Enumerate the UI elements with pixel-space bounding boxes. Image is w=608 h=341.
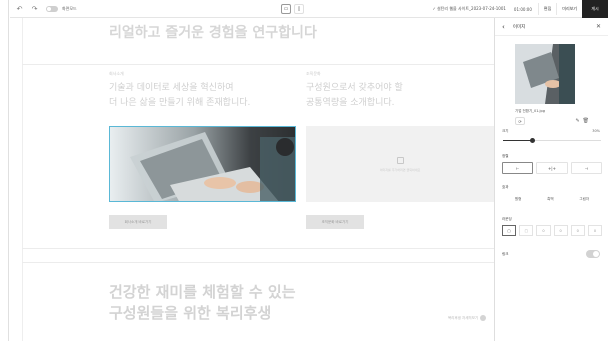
section-divider-3 [22,262,494,263]
link-label: 링크 [502,252,509,256]
effect-grayscale-option[interactable]: 흑백 [547,197,553,202]
mode-label: 화면모드 [62,5,77,11]
align-center-button[interactable]: +|+ [536,162,568,174]
preview-button[interactable]: 미리보기 [556,3,582,15]
arrow-circle-icon [480,315,487,321]
image-file-name: 기업 전환기_01.jpg [515,109,545,113]
panel-header: ‹ 이미지 ✕ [495,18,608,36]
company-label: 회사소개 [109,71,124,76]
align-options: ⊢ +|+ ⊣ [502,162,602,174]
benefits-headline-line2: 구성원들을 위한 복리후생 [109,304,272,322]
link-toggle[interactable] [586,250,600,258]
section-divider [22,64,494,65]
radius-bottom-left-input[interactable]: 0 [570,225,585,236]
editor-canvas: 리얼하고 즐거운 경험을 연구합니다 회사소개 기술과 데이터로 세상을 혁신하… [22,18,494,341]
undo-icon[interactable]: ↶ [14,3,25,14]
radius-top-right-input[interactable]: 0 [553,225,568,236]
close-icon[interactable]: ✕ [596,23,601,30]
edit-icon[interactable]: ✎ [575,118,579,124]
section-divider-2 [22,248,494,249]
selected-laptop-photo[interactable] [109,126,296,202]
benefits-headline[interactable]: 건강한 재미를 체험할 수 있는 구성원들을 위한 복리후생 [109,282,296,324]
device-switcher: ▭ ▯ [281,4,304,14]
site-name[interactable]: ✓ 설탄리 웹을 사이트_2023-07-24-1001 [432,6,505,12]
placeholder-text: 이미지를 추가하려면 클릭하세요 [379,167,421,172]
top-toolbar: ↶ ↷ 화면모드 ▭ ▯ ✓ 설탄리 웹을 사이트_2023-07-24-100… [10,0,608,18]
image-thumbnail[interactable] [515,44,575,104]
company-cta-button[interactable]: 회사소개 바로가기 [109,215,167,229]
effect-options: 원형 흑백 그림자 [502,197,602,202]
align-left-button[interactable]: ⊢ [502,162,534,174]
desktop-view-icon[interactable]: ▭ [281,4,291,14]
thumbnail-illustration [515,44,575,104]
company-text-1[interactable]: 기술과 데이터로 세상을 혁신하여 [109,82,234,95]
save-time: 01:00:00 [513,6,532,12]
align-right-button[interactable]: ⊣ [570,162,602,174]
image-property-panel: ‹ 이미지 ✕ 기업 전환기_01.jpg ⟳ ✎ 🗑 크기 30% 정렬 ⊢ … [494,18,608,341]
align-label: 정렬 [502,154,509,158]
size-value[interactable]: 30% [592,129,600,133]
edit-button[interactable]: 편집 [537,3,556,15]
culture-label: 조직문화 [306,71,321,76]
radius-top-left-input[interactable]: 0 [536,225,551,236]
redo-icon[interactable]: ↷ [29,3,40,14]
delete-icon[interactable]: 🗑 [583,118,589,124]
size-slider-handle[interactable] [529,138,535,143]
size-slider-fill [503,140,533,141]
culture-text-2[interactable]: 공통역량을 소개합니다. [306,97,395,110]
back-icon[interactable]: ‹ [502,23,505,31]
culture-text-1[interactable]: 구성원으로서 갖추어야 할 [306,82,403,95]
company-text-2[interactable]: 더 나은 삶을 만들기 위해 존재합니다. [109,97,250,110]
replace-image-button[interactable]: ⟳ [515,117,525,125]
thumbnail-tools: ⟳ ✎ 🗑 [515,117,589,125]
section-headline[interactable]: 리얼하고 즐거운 경험을 연구합니다 [109,22,317,42]
canvas-guide-left [22,18,23,341]
effect-circle-option[interactable]: 원형 [515,197,521,202]
publish-button[interactable]: 게시 [582,0,608,18]
effect-label: 효과 [502,185,509,189]
size-slider[interactable] [503,138,601,143]
size-label: 크기 [502,129,509,133]
image-placeholder[interactable]: 이미지를 추가하려면 클릭하세요 [306,126,494,202]
radius-options: ▢ □ 0 0 0 0 [502,225,603,236]
laptop-photo-illustration [110,127,295,201]
mobile-view-icon[interactable]: ▯ [294,4,304,14]
benefits-headline-line1: 건강한 재미를 체험할 수 있는 [109,283,296,301]
culture-cta-button[interactable]: 조직문화 바로가기 [306,215,364,229]
left-editor-strip [0,0,9,341]
radius-bottom-right-input[interactable]: 0 [587,225,603,236]
benefits-more-link[interactable]: 복리후생 자세히보기 [448,315,487,321]
benefits-more-label: 복리후생 자세히보기 [448,315,479,320]
effect-shadow-option[interactable]: 그림자 [579,197,589,202]
radius-label: 라운딩 [502,217,512,221]
panel-title: 이미지 [512,24,526,30]
image-icon [396,156,404,164]
mode-toggle[interactable] [46,5,58,12]
toolbar-right: ✓ 설탄리 웹을 사이트_2023-07-24-1001 01:00:00 편집… [432,0,608,18]
radius-all-button[interactable]: ▢ [502,225,517,236]
radius-individual-button[interactable]: □ [519,225,534,236]
